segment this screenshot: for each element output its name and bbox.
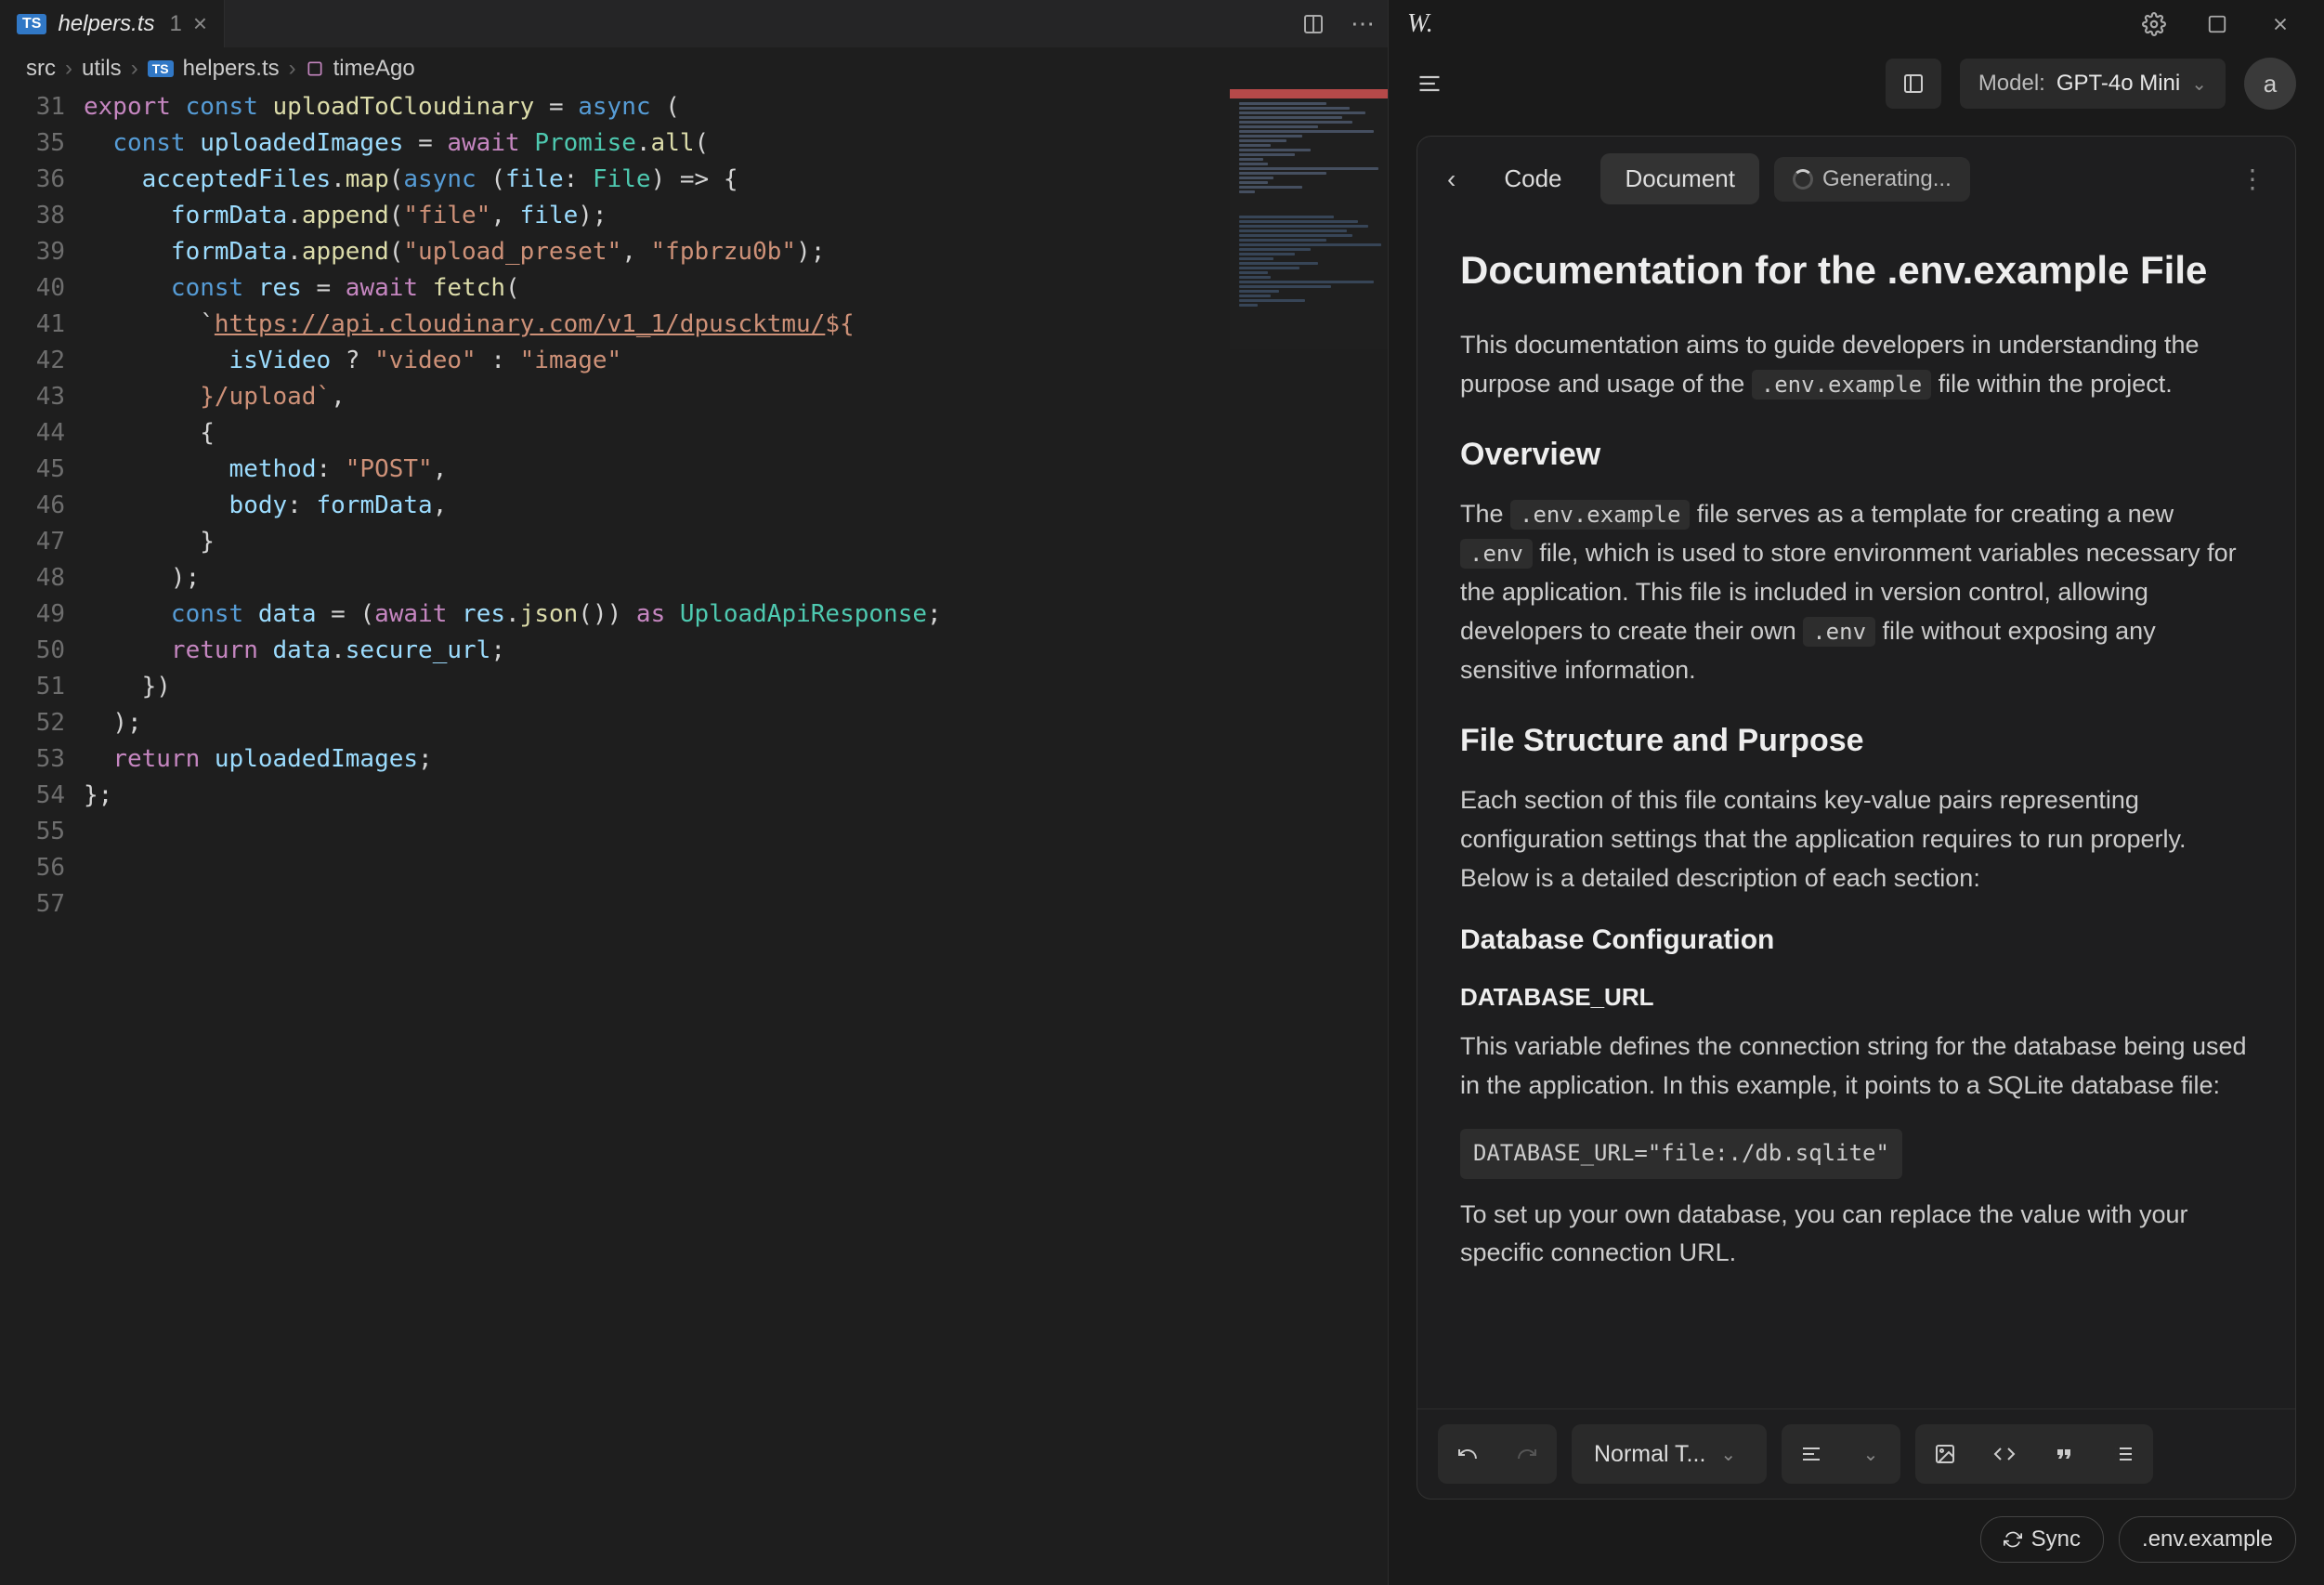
minimap[interactable] bbox=[1230, 89, 1388, 349]
code-button[interactable] bbox=[1975, 1424, 2034, 1484]
breadcrumb-seg[interactable]: src bbox=[26, 56, 56, 82]
tab-file-name: helpers.ts bbox=[58, 11, 154, 37]
list-button[interactable] bbox=[2094, 1424, 2153, 1484]
tab-problems-count: 1 bbox=[170, 11, 182, 37]
tab-bar: TS helpers.ts 1 × ⋯ bbox=[0, 0, 1388, 48]
code-block: DATABASE_URL="file:./db.sqlite" bbox=[1460, 1129, 1902, 1178]
generating-badge: Generating... bbox=[1774, 157, 1970, 202]
document-panel: ‹ Code Document Generating... ⋮ Document… bbox=[1417, 136, 2296, 1500]
doc-paragraph: This documentation aims to guide develop… bbox=[1460, 326, 2252, 404]
doc-heading: Overview bbox=[1460, 430, 2252, 479]
editor-tab[interactable]: TS helpers.ts 1 × bbox=[0, 0, 225, 47]
tab-document[interactable]: Document bbox=[1600, 153, 1759, 204]
quote-button[interactable] bbox=[2034, 1424, 2094, 1484]
chevron-down-icon: ⌄ bbox=[1720, 1443, 1736, 1466]
sidebar-toggle-button[interactable] bbox=[1886, 59, 1941, 109]
doc-title: Documentation for the .env.example File bbox=[1460, 240, 2252, 300]
chevron-down-icon: ⌄ bbox=[2191, 72, 2207, 96]
doc-paragraph: The .env.example file serves as a templa… bbox=[1460, 495, 2252, 689]
redo-button[interactable] bbox=[1497, 1424, 1557, 1484]
doc-tabs: ‹ Code Document Generating... ⋮ bbox=[1417, 137, 2295, 221]
menu-icon[interactable] bbox=[1417, 71, 1443, 97]
model-select[interactable]: Model: GPT-4o Mini ⌄ bbox=[1960, 59, 2226, 109]
logo: W. bbox=[1407, 9, 1433, 39]
more-icon[interactable]: ⋯ bbox=[1338, 9, 1388, 38]
undo-button[interactable] bbox=[1438, 1424, 1497, 1484]
symbol-icon bbox=[306, 59, 324, 78]
chevron-right-icon: › bbox=[65, 56, 72, 82]
code-editor[interactable]: 3135363839404142434445464748495051525354… bbox=[0, 89, 1388, 1585]
back-icon[interactable]: ‹ bbox=[1438, 164, 1465, 194]
code-content[interactable]: export const uploadToCloudinary = async … bbox=[84, 89, 1388, 1585]
settings-icon[interactable] bbox=[2129, 0, 2179, 49]
breadcrumb-seg[interactable]: timeAgo bbox=[333, 56, 415, 82]
avatar[interactable]: a bbox=[2244, 58, 2296, 110]
ts-badge-icon: TS bbox=[17, 14, 46, 34]
image-button[interactable] bbox=[1915, 1424, 1975, 1484]
document-body[interactable]: Documentation for the .env.example File … bbox=[1417, 221, 2295, 1408]
sync-button[interactable]: Sync bbox=[1980, 1516, 2104, 1563]
inline-code: .env bbox=[1460, 539, 1533, 569]
doc-paragraph: This variable defines the connection str… bbox=[1460, 1028, 2252, 1106]
model-value: GPT-4o Mini bbox=[2056, 71, 2180, 97]
split-editor-icon[interactable] bbox=[1289, 13, 1338, 35]
align-button[interactable] bbox=[1782, 1424, 1841, 1484]
close-icon[interactable]: × bbox=[193, 9, 207, 38]
doc-heading: File Structure and Purpose bbox=[1460, 716, 2252, 766]
extension-header: W. bbox=[1389, 0, 2324, 48]
breadcrumb-seg[interactable]: utils bbox=[82, 56, 122, 82]
doc-heading: DATABASE_URL bbox=[1460, 978, 2252, 1015]
doc-heading: Database Configuration bbox=[1460, 919, 2252, 963]
inline-code: .env bbox=[1803, 617, 1875, 647]
right-footer: Sync .env.example bbox=[1389, 1500, 2324, 1585]
close-icon[interactable] bbox=[2255, 0, 2305, 49]
align-dropdown[interactable]: ⌄ bbox=[1841, 1424, 1900, 1484]
maximize-icon[interactable] bbox=[2192, 0, 2242, 49]
spinner-icon bbox=[1793, 169, 1813, 190]
inline-code: .env.example bbox=[1752, 370, 1931, 400]
chevron-right-icon: › bbox=[131, 56, 138, 82]
model-label: Model: bbox=[1978, 71, 2045, 97]
editor-toolbar: Normal T... ⌄ ⌄ bbox=[1417, 1408, 2295, 1499]
breadcrumb: src › utils › TS helpers.ts › timeAgo bbox=[0, 48, 1388, 89]
inline-code: .env.example bbox=[1510, 500, 1690, 530]
sync-icon bbox=[2004, 1530, 2022, 1549]
doc-paragraph: Each section of this file contains key-v… bbox=[1460, 781, 2252, 898]
right-toolbar: Model: GPT-4o Mini ⌄ a bbox=[1389, 48, 2324, 119]
breadcrumb-seg[interactable]: helpers.ts bbox=[183, 56, 280, 82]
text-style-select[interactable]: Normal T... ⌄ bbox=[1572, 1424, 1767, 1484]
chevron-right-icon: › bbox=[289, 56, 296, 82]
file-pill[interactable]: .env.example bbox=[2119, 1516, 2296, 1563]
ts-badge-icon: TS bbox=[148, 60, 174, 77]
more-icon[interactable]: ⋮ bbox=[2230, 164, 2275, 194]
tab-code[interactable]: Code bbox=[1480, 153, 1586, 204]
line-gutter: 3135363839404142434445464748495051525354… bbox=[0, 89, 84, 1585]
chevron-down-icon: ⌄ bbox=[1863, 1443, 1879, 1466]
doc-paragraph: To set up your own database, you can rep… bbox=[1460, 1196, 2252, 1274]
